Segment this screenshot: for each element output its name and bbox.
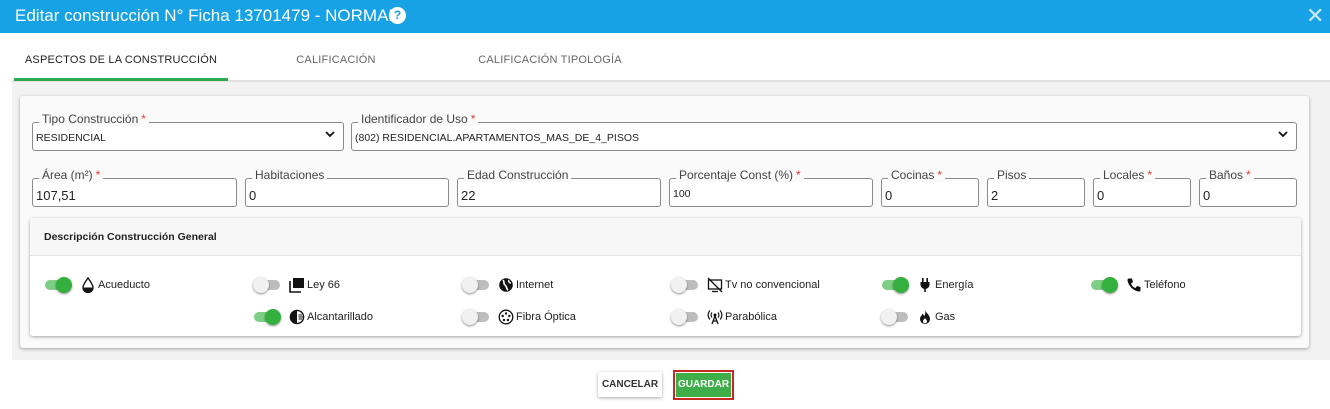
required-mark: * (95, 168, 101, 182)
switch-internet[interactable]: Internet (462, 277, 553, 293)
tab-calificacion-tipologia[interactable]: CALIFICACIÓN TIPOLOGÍA (444, 40, 656, 81)
tv-no-convencional-label: Tv no convencional (725, 279, 820, 291)
tipo-construccion-label: Tipo Construcción (42, 112, 139, 126)
help-icon[interactable]: ? (389, 7, 406, 24)
gas-toggle[interactable] (881, 309, 909, 325)
descripcion-construccion-header: Descripción Construcción General (30, 218, 1301, 256)
plug-icon (920, 278, 930, 292)
energia-label: Energía (935, 279, 974, 291)
cancel-button[interactable]: CANCELAR (598, 372, 662, 397)
switch-energia[interactable]: Energía (881, 277, 974, 293)
required-mark: * (141, 112, 146, 126)
pisos-value: 2 (991, 188, 999, 203)
switch-ley-66[interactable]: Ley 66 (253, 277, 340, 293)
half-circle-icon (289, 309, 305, 325)
ley-66-label: Ley 66 (307, 279, 341, 291)
habitaciones-field[interactable]: Habitaciones 0 (245, 168, 449, 207)
identificador-uso-value: (802) RESIDENCIAL.APARTAMENTOS_MAS_DE_4_… (355, 132, 639, 144)
banos-label: Baños (1209, 168, 1244, 182)
save-button-label: GUARDAR (676, 373, 731, 397)
pisos-label: Pisos (994, 168, 1030, 182)
required-mark: * (1246, 168, 1251, 182)
habitaciones-value: 0 (249, 188, 257, 203)
pisos-field[interactable]: Pisos 2 (987, 168, 1085, 207)
alcantarillado-label: Alcantarillado (307, 311, 374, 323)
switch-gas[interactable]: Gas (881, 309, 955, 325)
edad-construccion-value: 22 (461, 188, 476, 203)
cocinas-field[interactable]: Cocinas * 0 (881, 168, 979, 207)
switch-fibra-optica[interactable]: Fibra Óptica (462, 309, 576, 325)
dialog-title-bar: Editar construcción N° Ficha 13701479 - … (0, 0, 1330, 33)
identificador-uso-label: Identificador de Uso (361, 112, 468, 126)
close-icon[interactable]: ✕ (1306, 3, 1324, 29)
tv-no-convencional-toggle[interactable] (671, 277, 699, 293)
parabolica-toggle[interactable] (671, 309, 699, 325)
water-drop-icon (82, 277, 94, 293)
descripcion-construccion-title: Descripción Construcción General (44, 231, 217, 243)
locales-field[interactable]: Locales * 0 (1093, 168, 1191, 207)
tv-off-icon (707, 277, 723, 293)
switch-alcantarillado[interactable]: Alcantarillado (253, 309, 373, 325)
switch-acueducto[interactable]: Acueducto (44, 277, 150, 293)
edad-construccion-field[interactable]: Edad Construcción 22 (457, 168, 661, 207)
identificador-uso-select[interactable]: Identificador de Uso * (802) RESIDENCIAL.… (351, 112, 1297, 151)
gas-label: Gas (935, 311, 956, 323)
switch-tv-no-convencional[interactable]: Tv no convencional (671, 277, 820, 293)
switch-parabolica[interactable]: Parabólica (671, 309, 777, 325)
area-label: Área (m²) (42, 168, 93, 182)
ley-66-toggle[interactable] (253, 277, 281, 293)
required-mark: * (796, 168, 801, 182)
porcentaje-const-field[interactable]: Porcentaje Const (%) * 100 (669, 168, 873, 207)
habitaciones-label: Habitaciones (252, 168, 328, 182)
acueducto-label: Acueducto (98, 279, 150, 291)
area-field[interactable]: Área (m²) * 107,51 (32, 168, 237, 207)
dialog-title: Editar construcción N° Ficha 13701479 - … (15, 6, 398, 25)
banos-field[interactable]: Baños * 0 (1199, 168, 1297, 207)
required-mark: * (1147, 168, 1153, 182)
layers-icon (289, 278, 304, 293)
edad-construccion-label: Edad Construcción (464, 168, 572, 182)
porcentaje-const-label: Porcentaje Const (%) (679, 168, 794, 182)
antenna-icon (707, 310, 723, 325)
tab-calificacion[interactable]: CALIFICACIÓN (228, 40, 444, 81)
required-mark: * (470, 112, 476, 126)
locales-value: 0 (1097, 188, 1105, 203)
tab-aspectos-construccion[interactable]: ASPECTOS DE LA CONSTRUCCIÓN (14, 40, 228, 81)
telefono-label: Teléfono (1144, 279, 1186, 291)
cocinas-value: 0 (885, 188, 893, 203)
tipo-construccion-select[interactable]: Tipo Construcción * RESIDENCIAL (32, 112, 344, 151)
telefono-toggle[interactable] (1090, 277, 1118, 293)
internet-toggle[interactable] (462, 277, 490, 293)
phone-icon (1127, 278, 1141, 292)
save-button[interactable]: GUARDAR (673, 370, 734, 400)
alcantarillado-toggle[interactable] (253, 309, 281, 325)
tab-bar: ASPECTOS DE LA CONSTRUCCIÓN CALIFICACIÓN… (12, 40, 1330, 81)
fibra-optica-toggle[interactable] (462, 309, 490, 325)
acueducto-toggle[interactable] (44, 277, 72, 293)
parabolica-label: Parabólica (725, 311, 777, 323)
locales-label: Locales (1103, 168, 1145, 182)
flame-icon (920, 310, 930, 324)
required-mark: * (937, 168, 943, 182)
switch-telefono[interactable]: Teléfono (1090, 277, 1186, 293)
fiber-icon (498, 309, 514, 325)
energia-toggle[interactable] (881, 277, 909, 293)
banos-value: 0 (1203, 188, 1211, 203)
globe-icon (499, 278, 513, 292)
area-value: 107,51 (36, 188, 76, 203)
cocinas-label: Cocinas (891, 168, 935, 182)
chevron-down-icon (1278, 131, 1288, 138)
fibra-optica-label: Fibra Óptica (516, 311, 576, 323)
tipo-construccion-value: RESIDENCIAL (36, 132, 107, 144)
internet-label: Internet (516, 279, 554, 291)
porcentaje-const-value: 100 (673, 188, 691, 200)
chevron-down-icon (325, 131, 335, 138)
